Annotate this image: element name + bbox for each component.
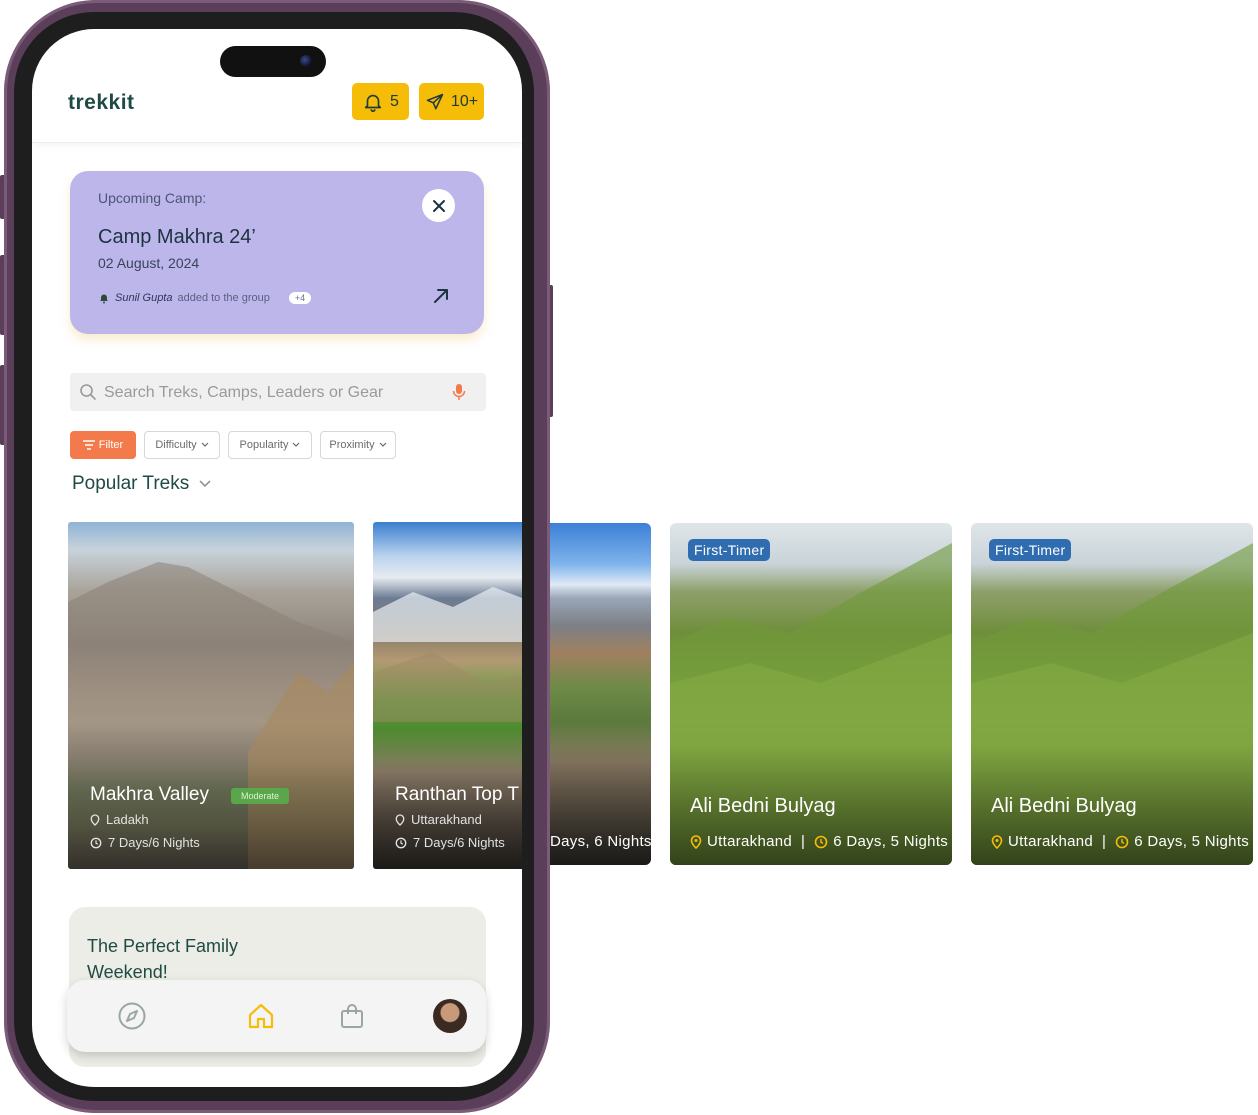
activity-user: Sunil Gupta <box>115 292 173 304</box>
pin-icon <box>395 813 405 826</box>
trek-name: Ali Bedni Bulyag <box>690 795 836 817</box>
search-input[interactable] <box>102 373 446 413</box>
clock-icon <box>814 835 828 848</box>
camp-title: Camp Makhra 24’ <box>98 226 256 248</box>
clock-icon <box>395 837 407 848</box>
chevron-down-icon <box>201 442 209 447</box>
popularity-dropdown[interactable]: Popularity <box>228 431 312 459</box>
nav-home[interactable] <box>243 998 279 1034</box>
trek-name: Ali Bedni Bulyag <box>991 795 1137 817</box>
nav-shop[interactable] <box>334 998 370 1034</box>
trek-duration: 7 Days/6 Nights <box>90 835 200 850</box>
notifications-button[interactable]: 5 <box>352 83 409 120</box>
first-timer-badge: First-Timer <box>989 539 1072 561</box>
app-header: trekkit 5 10+ <box>32 29 522 143</box>
send-icon <box>426 93 444 109</box>
close-button[interactable] <box>422 189 455 222</box>
pin-icon <box>690 834 702 849</box>
clock-icon <box>90 837 102 848</box>
bell-icon <box>364 94 382 112</box>
chevron-down-icon <box>379 442 387 447</box>
difficulty-badge: Moderate <box>231 788 290 804</box>
bag-icon <box>341 1004 363 1028</box>
trek-duration: Days, 6 Nights <box>550 833 651 850</box>
compass-icon <box>118 1002 146 1030</box>
search-icon <box>80 384 96 400</box>
pin-icon <box>90 813 100 826</box>
trek-card-makhra-valley[interactable]: Makhra Valley Moderate Ladakh 7 Days/6 N… <box>68 522 354 869</box>
difficulty-dropdown[interactable]: Difficulty <box>144 431 220 459</box>
chevron-down-icon <box>199 480 211 488</box>
clock-icon <box>1115 835 1129 848</box>
app-logo: trekkit <box>68 91 135 114</box>
arrow-up-right-icon[interactable] <box>430 285 452 307</box>
trek-name: Ranthan Top T <box>395 784 519 805</box>
home-icon <box>248 1003 274 1029</box>
nav-profile[interactable] <box>432 998 468 1034</box>
family-weekend-title: The Perfect Family Weekend! <box>87 936 239 982</box>
first-timer-badge: First-Timer <box>688 539 771 561</box>
trek-location: Uttarakhand <box>395 812 482 827</box>
chevron-down-icon <box>293 442 300 447</box>
extra-count-badge: +4 <box>288 292 312 304</box>
trek-duration: 7 Days/6 Nights <box>395 835 505 850</box>
avatar <box>433 999 467 1033</box>
notifications-count: 5 <box>390 92 399 110</box>
pin-icon <box>991 834 1003 849</box>
trek-meta: Uttarakhand | 6 Days, 5 Nights <box>690 833 948 850</box>
close-icon <box>432 199 445 212</box>
popular-treks-heading[interactable]: Popular Treks <box>72 473 211 495</box>
camp-activity: Sunil Gupta added to the group +4 <box>98 292 312 304</box>
nav-explore[interactable] <box>114 998 150 1034</box>
upcoming-camp-card[interactable]: Upcoming Camp: Camp Makhra 24’ 02 August… <box>70 171 484 334</box>
messages-count: 10+ <box>450 92 479 110</box>
trek-meta: Uttarakhand | 6 Days, 5 Nights <box>991 833 1249 850</box>
activity-text: added to the group <box>177 292 270 304</box>
trek-card-ali-bedni-2[interactable]: First-Timer Ali Bedni Bulyag Uttarakhand… <box>971 523 1253 865</box>
trek-card-ranthan-top[interactable]: Ranthan Top T Uttarakhand 7 Days/6 Night… <box>373 522 522 869</box>
filter-button[interactable]: Filter <box>70 431 136 459</box>
bottom-nav <box>67 980 486 1052</box>
bell-icon <box>100 294 108 304</box>
trek-location: Ladakh <box>90 812 149 827</box>
trek-card-ali-bedni-1[interactable]: First-Timer Ali Bedni Bulyag Uttarakhand… <box>670 523 952 865</box>
camp-date: 02 August, 2024 <box>98 255 200 271</box>
trek-name: Makhra Valley <box>90 784 209 805</box>
mic-icon[interactable] <box>452 383 466 401</box>
proximity-dropdown[interactable]: Proximity <box>320 431 396 459</box>
search-bar[interactable] <box>70 373 486 413</box>
filter-icon <box>82 440 95 450</box>
camp-label: Upcoming Camp: <box>98 190 207 206</box>
messages-button[interactable]: 10+ <box>419 83 484 120</box>
phone-screen: trekkit 5 10+ Upcoming Camp: Camp Makhra… <box>32 29 522 1087</box>
